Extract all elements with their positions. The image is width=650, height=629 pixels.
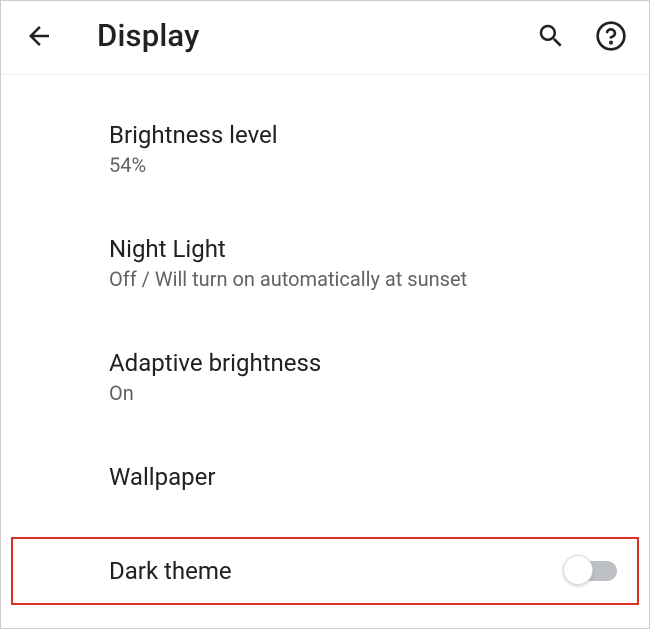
setting-title: Night Light: [109, 235, 617, 263]
page-title: Display: [97, 17, 533, 54]
setting-value: 54%: [109, 153, 617, 177]
dark-theme-item[interactable]: Dark theme: [11, 537, 639, 605]
search-button[interactable]: [533, 18, 569, 54]
setting-title: Adaptive brightness: [109, 349, 617, 377]
setting-value: On: [109, 381, 617, 405]
wallpaper-item[interactable]: Wallpaper: [1, 447, 649, 513]
arrow-back-icon: [24, 21, 54, 51]
search-icon: [536, 21, 566, 51]
toggle-thumb: [563, 555, 593, 585]
night-light-item[interactable]: Night Light Off / Will turn on automatic…: [1, 219, 649, 309]
setting-title: Wallpaper: [109, 463, 617, 491]
header: Display: [1, 1, 649, 75]
settings-list: Brightness level 54% Night Light Off / W…: [1, 75, 649, 605]
help-button[interactable]: [593, 18, 629, 54]
setting-value: Off / Will turn on automatically at suns…: [109, 267, 617, 291]
help-icon: [595, 20, 627, 52]
dark-theme-toggle[interactable]: [565, 561, 617, 581]
setting-title: Dark theme: [109, 557, 232, 585]
setting-title: Brightness level: [109, 121, 617, 149]
back-button[interactable]: [21, 18, 57, 54]
header-actions: [533, 18, 629, 54]
brightness-level-item[interactable]: Brightness level 54%: [1, 105, 649, 195]
adaptive-brightness-item[interactable]: Adaptive brightness On: [1, 333, 649, 423]
